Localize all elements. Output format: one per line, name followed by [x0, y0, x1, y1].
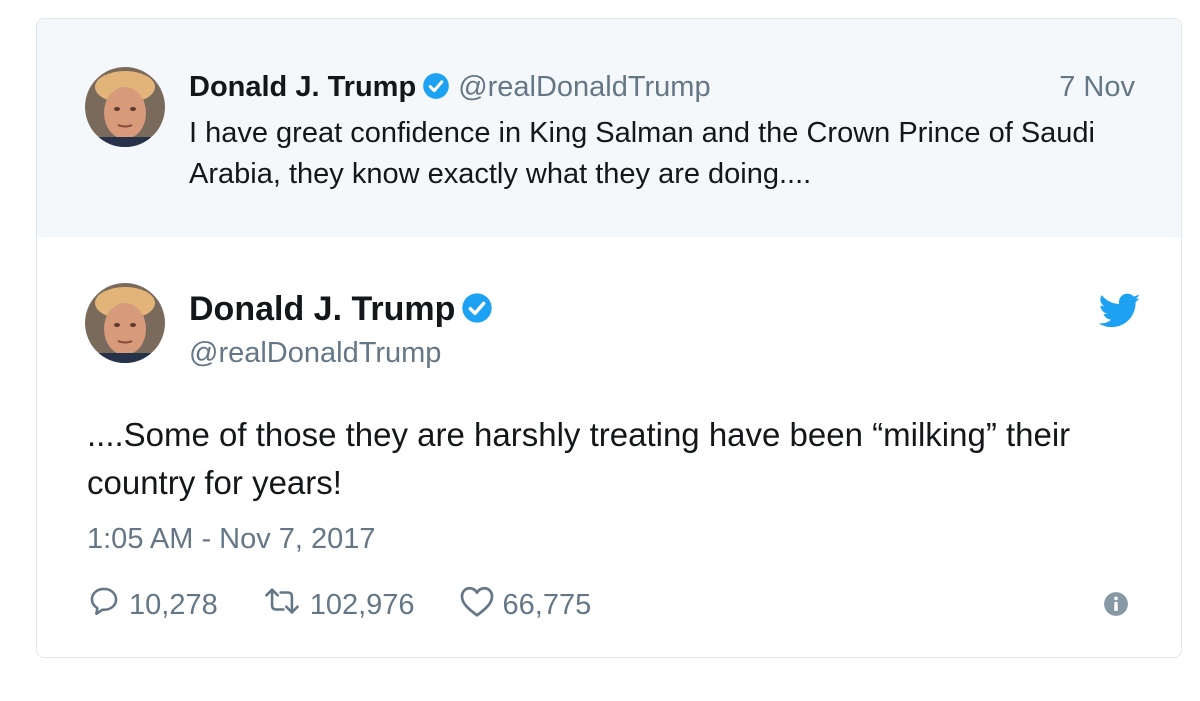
retweet-icon	[262, 584, 310, 626]
parent-tweet[interactable]: Donald J. Trump @realDonaldTrump 7 Nov I …	[37, 19, 1181, 237]
reply-icon	[87, 584, 129, 626]
heart-icon	[459, 584, 503, 626]
retweet-button[interactable]: 102,976	[262, 584, 415, 626]
embedded-tweet-card: Donald J. Trump @realDonaldTrump 7 Nov I …	[36, 18, 1182, 658]
reply-button[interactable]: 10,278	[87, 584, 218, 626]
avatar[interactable]	[85, 283, 165, 363]
tweet-actions: 10,278 102,976 66,775	[87, 585, 635, 625]
tweet-date[interactable]: 7 Nov	[1059, 69, 1135, 105]
info-icon[interactable]	[1103, 591, 1129, 622]
author-handle[interactable]: @realDonaldTrump	[189, 335, 441, 371]
parent-tweet-header: Donald J. Trump @realDonaldTrump	[189, 69, 711, 109]
parent-tweet-text: I have great confidence in King Salman a…	[189, 117, 1095, 190]
author-handle[interactable]: @realDonaldTrump	[458, 71, 710, 103]
avatar[interactable]	[85, 67, 165, 147]
author-name[interactable]: Donald J. Trump	[189, 290, 455, 328]
like-count: 66,775	[502, 588, 592, 621]
verified-badge-icon	[422, 72, 450, 109]
author-name[interactable]: Donald J. Trump	[189, 71, 416, 103]
verified-badge-icon	[461, 292, 493, 333]
retweet-count: 102,976	[309, 588, 415, 621]
author-name-row: Donald J. Trump	[189, 289, 493, 333]
tweet-text: ....Some of those they are harshly treat…	[87, 416, 1071, 501]
tweet-timestamp[interactable]: 1:05 AM - Nov 7, 2017	[87, 521, 376, 557]
like-button[interactable]: 66,775	[459, 584, 592, 626]
reply-count: 10,278	[129, 588, 218, 621]
twitter-bird-icon[interactable]	[1098, 293, 1141, 334]
